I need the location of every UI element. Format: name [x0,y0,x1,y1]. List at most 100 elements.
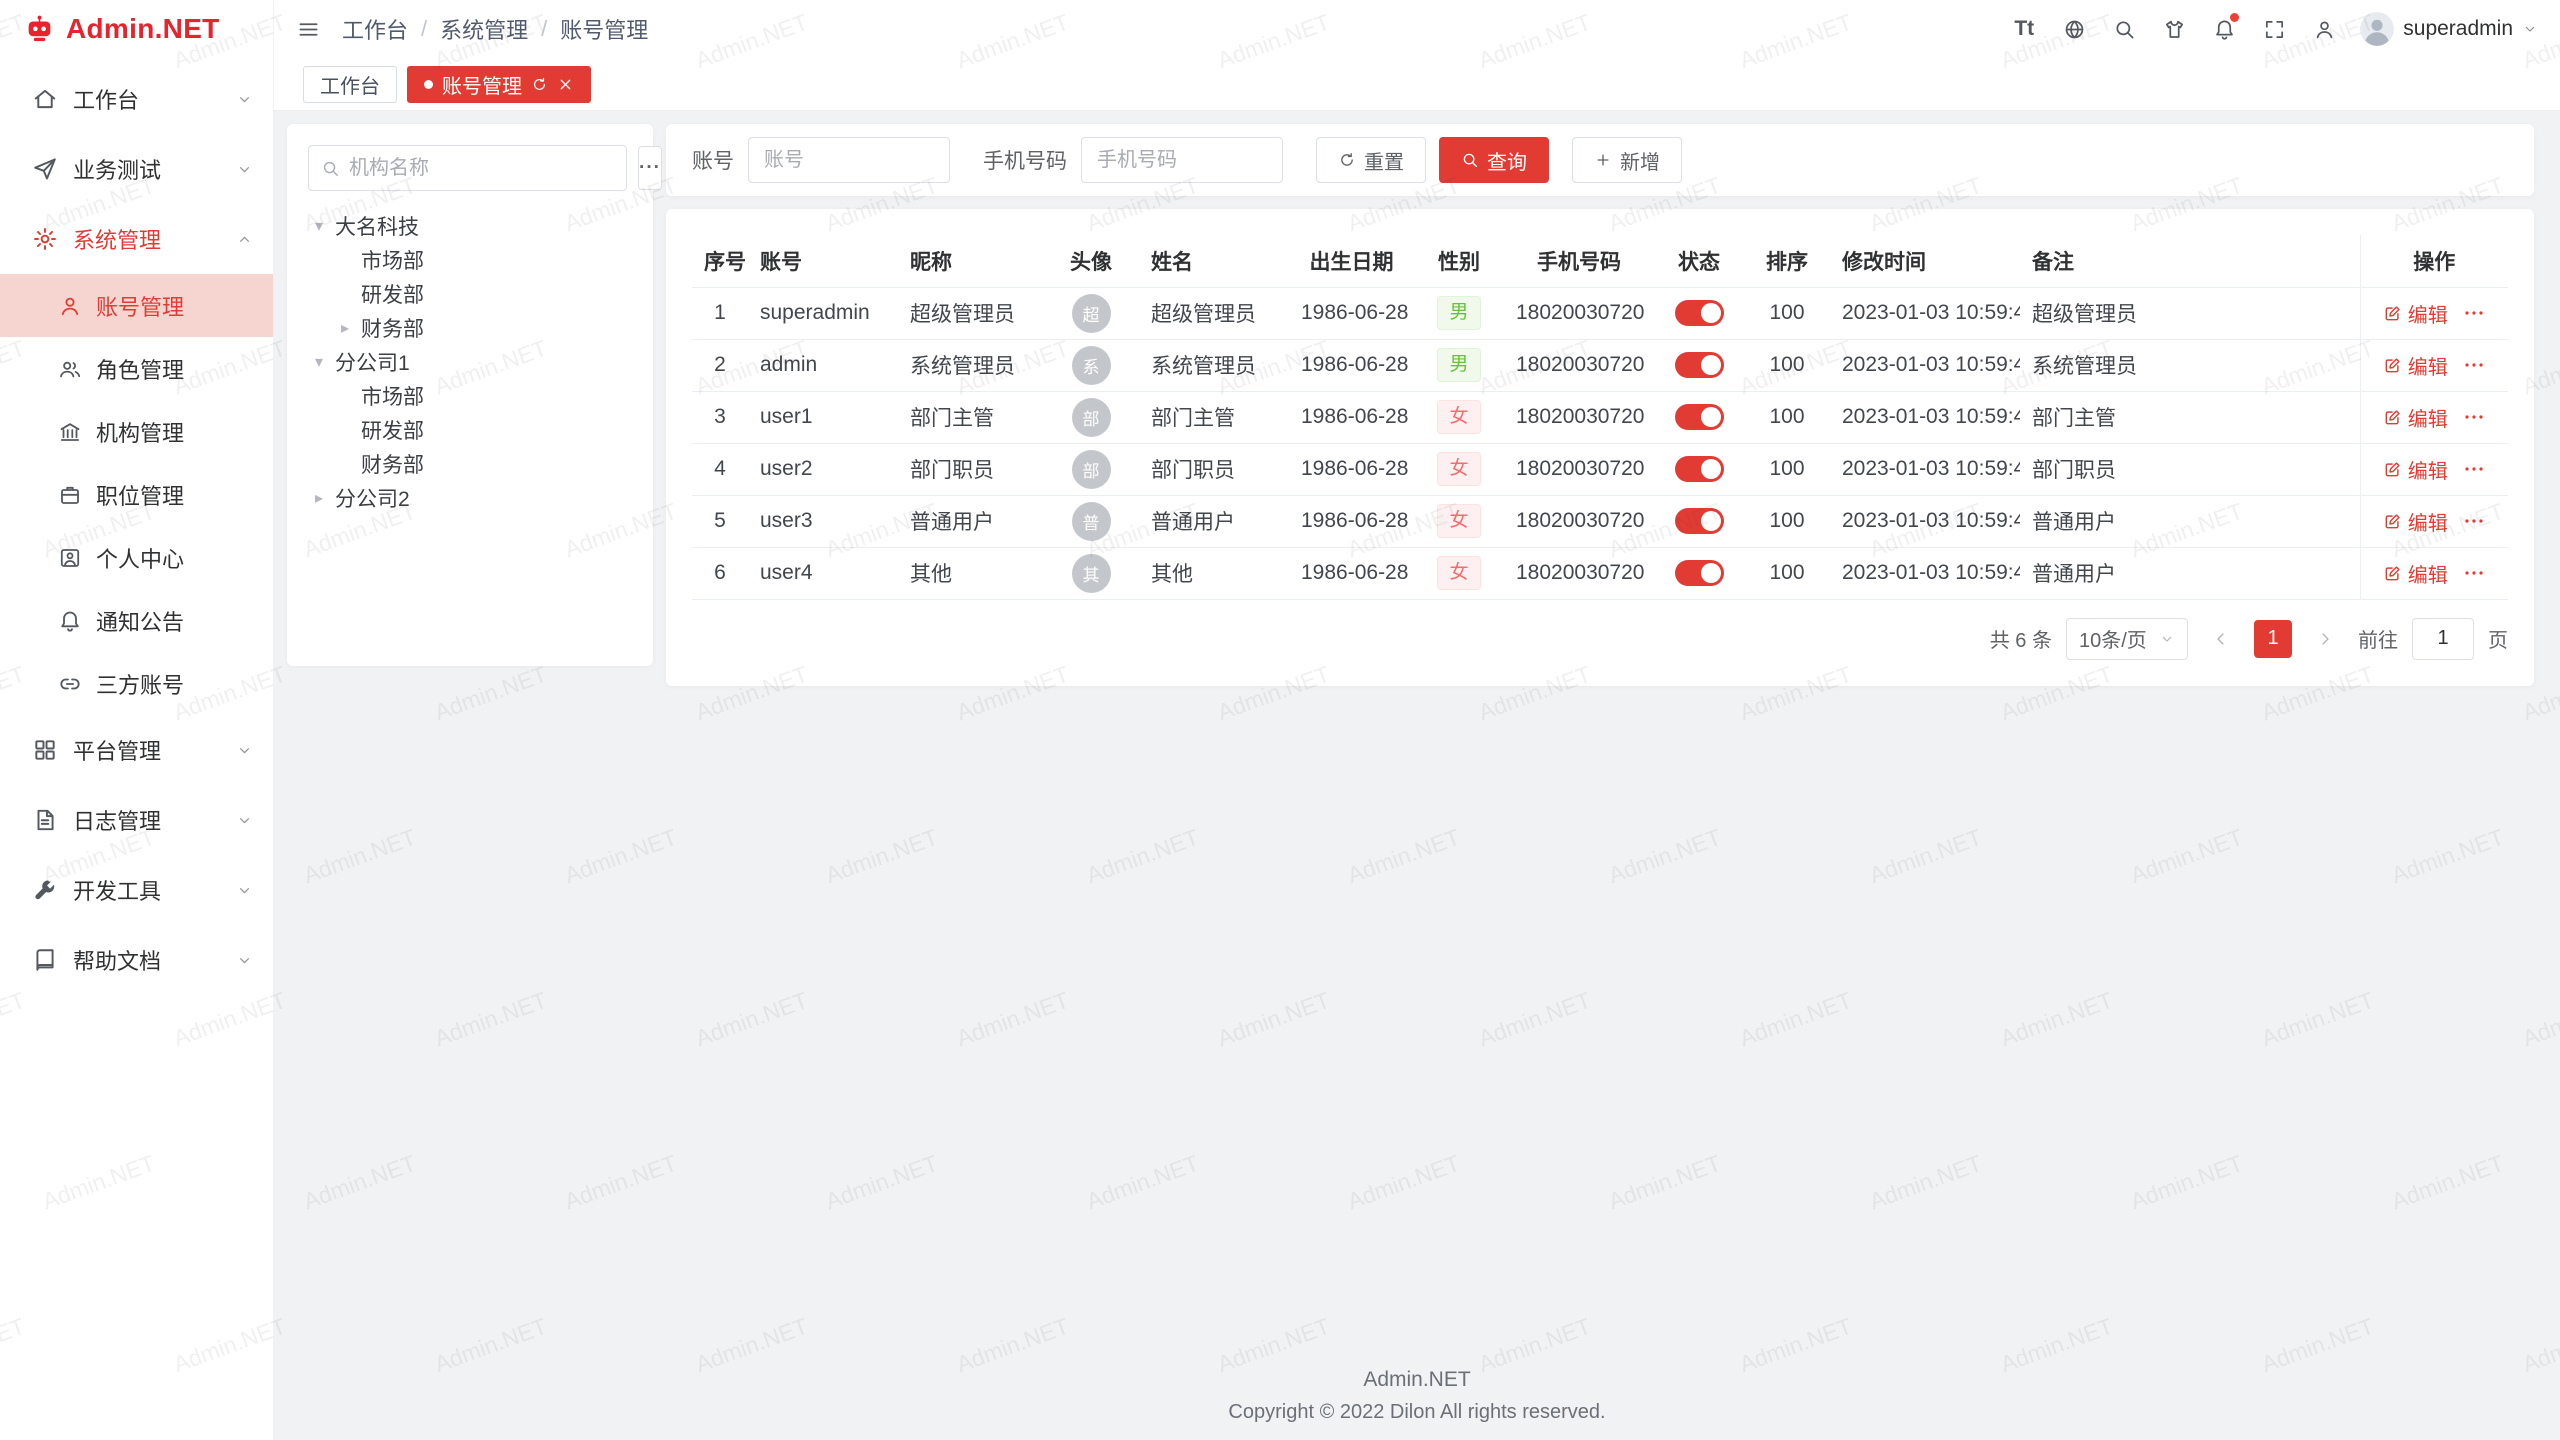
edit-icon [2383,304,2402,323]
cell-account: user2 [748,443,898,495]
tree-node-label: 大名科技 [335,211,419,241]
search-icon[interactable] [2102,7,2146,51]
cell-actions: 编辑 [2360,391,2508,443]
org-search-input[interactable] [349,157,614,180]
column-header-remark: 备注 [2020,235,2360,287]
tree-node[interactable]: ▸分公司2 [308,481,632,515]
font-size-icon[interactable]: Tt [2002,7,2046,51]
globe-icon[interactable] [2052,7,2096,51]
org-more-button[interactable]: ··· [638,146,662,190]
edit-button[interactable]: 编辑 [2383,507,2448,536]
menu-collapse-icon[interactable] [290,7,326,51]
search-button[interactable]: 查询 [1439,137,1549,183]
goto-page-input[interactable] [2412,618,2474,660]
sidebar-item-label: 平台管理 [73,734,161,766]
status-toggle[interactable] [1675,456,1724,482]
row-more-button[interactable] [2462,405,2486,429]
tree-caret-icon[interactable]: ▸ [334,318,356,338]
cell-gender: 女 [1414,495,1504,547]
column-header-account: 账号 [748,235,898,287]
query-bar: 账号 手机号码 重置 查询 [666,124,2534,196]
row-more-button[interactable] [2462,457,2486,481]
cell-name: 其他 [1139,547,1289,599]
tree-node[interactable]: ▾大名科技 [308,209,632,243]
sidebar-subitem-2-3[interactable]: 职位管理 [0,463,273,526]
sidebar-subitem-2-5[interactable]: 通知公告 [0,589,273,652]
table-row: 2admin系统管理员系系统管理员1986-06-28男180200307201… [692,339,2508,391]
tab-0[interactable]: 工作台 [303,66,397,103]
sidebar-item-0[interactable]: 工作台 [0,64,273,134]
breadcrumb-item-1[interactable]: 系统管理 [440,13,528,45]
skin-icon[interactable] [2152,7,2196,51]
logo[interactable]: Admin.NET [0,0,273,58]
phone-input[interactable] [1081,137,1283,183]
reset-button[interactable]: 重置 [1316,137,1426,183]
edit-button[interactable]: 编辑 [2383,559,2448,588]
status-toggle[interactable] [1675,300,1724,326]
edit-button[interactable]: 编辑 [2383,455,2448,484]
sidebar-subitem-2-6[interactable]: 三方账号 [0,652,273,715]
org-tree: ▾大名科技市场部研发部▸财务部▾分公司1市场部研发部财务部▸分公司2 [308,209,632,515]
row-more-button[interactable] [2462,353,2486,377]
edit-button[interactable]: 编辑 [2383,299,2448,328]
next-page-button[interactable] [2306,620,2344,658]
tree-node[interactable]: 研发部 [308,413,632,447]
row-more-button[interactable] [2462,561,2486,585]
sidebar-subitem-2-2[interactable]: 机构管理 [0,400,273,463]
sidebar-item-2[interactable]: 系统管理 [0,204,273,274]
username: superadmin [2403,17,2513,41]
breadcrumb-item-2[interactable]: 账号管理 [560,13,648,45]
bell-icon[interactable] [2202,7,2246,51]
org-search-row: ··· [308,145,632,191]
tab-1[interactable]: 账号管理 [407,66,591,103]
tree-node[interactable]: ▸财务部 [308,311,632,345]
cell-phone: 18020030720 [1504,495,1654,547]
close-icon[interactable] [557,76,574,93]
sidebar-subitem-2-0[interactable]: 账号管理 [0,274,273,337]
tree-node[interactable]: 研发部 [308,277,632,311]
sidebar-item-3[interactable]: 平台管理 [0,715,273,785]
tree-node[interactable]: ▾分公司1 [308,345,632,379]
status-toggle[interactable] [1675,404,1724,430]
sidebar-item-5[interactable]: 开发工具 [0,855,273,925]
sidebar-item-label: 日志管理 [73,804,161,836]
row-more-button[interactable] [2462,301,2486,325]
tree-node[interactable]: 市场部 [308,379,632,413]
pagination: 共 6 条 10条/页 1 前往 页 [692,618,2508,660]
tree-caret-icon[interactable]: ▾ [308,352,330,372]
row-avatar: 部 [1072,398,1111,437]
main-area: 工作台/系统管理/账号管理 Tt superadmin 工作台账号管理 [274,0,2560,1440]
column-header-modified: 修改时间 [1830,235,2020,287]
breadcrumb-item-0[interactable]: 工作台 [342,13,408,45]
gender-badge: 男 [1437,348,1480,382]
sidebar-subitem-2-4[interactable]: 个人中心 [0,526,273,589]
add-button[interactable]: 新增 [1572,137,1682,183]
page-size-select[interactable]: 10条/页 [2066,618,2188,660]
sidebar-item-label: 系统管理 [73,223,161,255]
sidebar-item-1[interactable]: 业务测试 [0,134,273,204]
user-menu[interactable]: superadmin [2360,12,2538,46]
sidebar-subitem-label: 机构管理 [96,416,184,448]
edit-button[interactable]: 编辑 [2383,403,2448,432]
fullscreen-icon[interactable] [2252,7,2296,51]
tree-node-label: 财务部 [361,449,424,479]
tree-caret-icon[interactable]: ▾ [308,216,330,236]
sidebar-item-6[interactable]: 帮助文档 [0,925,273,995]
status-toggle[interactable] [1675,352,1724,378]
tree-caret-icon[interactable]: ▸ [308,488,330,508]
status-toggle[interactable] [1675,508,1724,534]
user-settings-icon[interactable] [2302,7,2346,51]
prev-page-button[interactable] [2202,620,2240,658]
account-input[interactable] [748,137,950,183]
edit-button[interactable]: 编辑 [2383,351,2448,380]
cell-status [1654,443,1744,495]
tree-node[interactable]: 市场部 [308,243,632,277]
sidebar-item-4[interactable]: 日志管理 [0,785,273,855]
row-more-button[interactable] [2462,509,2486,533]
tree-node[interactable]: 财务部 [308,447,632,481]
status-toggle[interactable] [1675,560,1724,586]
page-number-1[interactable]: 1 [2254,620,2292,658]
sidebar-subitem-2-1[interactable]: 角色管理 [0,337,273,400]
cell-avatar: 其 [1043,547,1139,599]
refresh-icon[interactable] [531,76,548,93]
